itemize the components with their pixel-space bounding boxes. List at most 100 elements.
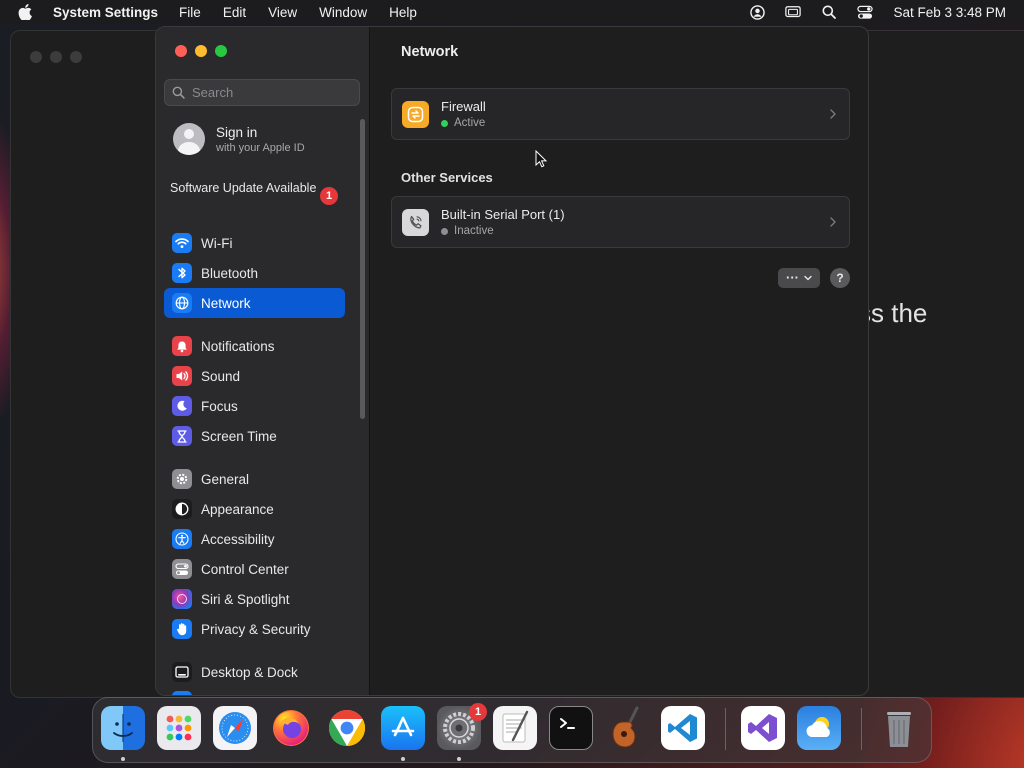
sidebar-item-label: Network bbox=[201, 295, 251, 311]
sidebar-item-label: Control Center bbox=[201, 561, 289, 577]
dock: 1 bbox=[92, 697, 932, 763]
running-indicator bbox=[457, 757, 461, 761]
sidebar-item-appearance[interactable]: Appearance bbox=[164, 494, 345, 524]
accessibility-icon bbox=[172, 529, 192, 549]
firewall-row[interactable]: Firewall Active bbox=[391, 88, 850, 140]
dock-firefox-icon[interactable] bbox=[269, 706, 313, 750]
dock-app-store-icon[interactable] bbox=[381, 706, 425, 750]
dock-notification-badge: 1 bbox=[469, 703, 487, 721]
dock-chrome-icon[interactable] bbox=[325, 706, 369, 750]
search-icon bbox=[172, 86, 186, 100]
sidebar-item-notifications[interactable]: Notifications bbox=[164, 331, 345, 361]
dock-terminal-icon[interactable] bbox=[549, 706, 593, 750]
help-button[interactable]: ? bbox=[830, 268, 850, 288]
menu-help[interactable]: Help bbox=[389, 5, 417, 20]
dock-visual-studio-icon[interactable] bbox=[741, 706, 785, 750]
spotlight-search-icon[interactable] bbox=[821, 4, 837, 20]
dock-vscode-icon[interactable] bbox=[661, 706, 705, 750]
other-services-heading: Other Services bbox=[401, 170, 493, 185]
chevron-right-icon bbox=[830, 109, 836, 119]
sidebar-item-label: Sound bbox=[201, 368, 241, 384]
user-account-icon[interactable] bbox=[749, 4, 765, 20]
siri-icon bbox=[172, 589, 192, 609]
page-title: Network bbox=[401, 44, 459, 60]
window-zoom-button[interactable] bbox=[215, 45, 227, 57]
menu-bar: System Settings File Edit View Window He… bbox=[0, 0, 1024, 24]
sidebar-item-sound[interactable]: Sound bbox=[164, 361, 345, 391]
sidebar-item-label: Bluetooth bbox=[201, 265, 259, 281]
dock-garageband-icon[interactable] bbox=[605, 706, 649, 750]
control-center-icon[interactable] bbox=[857, 4, 874, 20]
globe-icon bbox=[172, 293, 192, 313]
bg-window-minimize-button[interactable] bbox=[50, 51, 62, 63]
apple-id-sign-in[interactable]: Sign in with your Apple ID bbox=[173, 123, 305, 155]
appearance-icon bbox=[172, 499, 192, 519]
chevron-right-icon bbox=[830, 217, 836, 227]
desktop-icon bbox=[172, 662, 192, 682]
status-active-dot bbox=[441, 119, 448, 127]
moon-icon bbox=[172, 396, 192, 416]
sidebar-item-wifi[interactable]: Wi-Fi bbox=[164, 228, 345, 258]
bell-icon bbox=[172, 336, 192, 356]
bg-window-close-button[interactable] bbox=[30, 51, 42, 63]
hourglass-icon bbox=[172, 426, 192, 446]
sidebar-item-label: Focus bbox=[201, 398, 238, 414]
dock-finder-icon[interactable] bbox=[101, 706, 145, 750]
dock-trash-icon[interactable] bbox=[877, 706, 921, 750]
screen-mirroring-icon[interactable] bbox=[785, 4, 802, 20]
sidebar-item-label: Accessibility bbox=[201, 531, 275, 547]
phone-icon bbox=[402, 209, 429, 236]
software-update-available[interactable]: Software Update Available bbox=[170, 180, 340, 196]
sidebar-item-siri-spotlight[interactable]: Siri & Spotlight bbox=[164, 584, 345, 614]
update-badge: 1 bbox=[320, 187, 338, 205]
window-close-button[interactable] bbox=[175, 45, 187, 57]
more-actions-button[interactable]: ··· bbox=[778, 268, 820, 288]
window-minimize-button[interactable] bbox=[195, 45, 207, 57]
dock-textedit-icon[interactable] bbox=[493, 706, 537, 750]
apple-menu-icon[interactable] bbox=[18, 4, 34, 20]
sidebar-item-label: Siri & Spotlight bbox=[201, 591, 290, 607]
dock-launchpad-icon[interactable] bbox=[157, 706, 201, 750]
sidebar-item-network[interactable]: Network bbox=[164, 288, 345, 318]
control-center-icon bbox=[172, 559, 192, 579]
sidebar-item-privacy-security[interactable]: Privacy & Security bbox=[164, 614, 345, 644]
dock-weather-icon[interactable] bbox=[797, 706, 841, 750]
dock-safari-icon[interactable] bbox=[213, 706, 257, 750]
sidebar-item-label: Desktop & Dock bbox=[201, 664, 298, 680]
sidebar: Sign in with your Apple ID Software Upda… bbox=[156, 27, 370, 695]
sidebar-item-desktop-dock[interactable]: Desktop & Dock bbox=[164, 657, 345, 687]
menu-file[interactable]: File bbox=[179, 5, 201, 20]
gear-icon bbox=[172, 469, 192, 489]
system-settings-window: Sign in with your Apple ID Software Upda… bbox=[155, 26, 869, 696]
firewall-title: Firewall bbox=[441, 99, 486, 114]
sidebar-item-label: Privacy & Security bbox=[201, 621, 311, 637]
chevron-down-icon bbox=[804, 275, 812, 281]
bg-window-zoom-button[interactable] bbox=[70, 51, 82, 63]
sidebar-item-accessibility[interactable]: Accessibility bbox=[164, 524, 345, 554]
dock-separator bbox=[861, 708, 862, 750]
sidebar-item-focus[interactable]: Focus bbox=[164, 391, 345, 421]
sidebar-item-bluetooth[interactable]: Bluetooth bbox=[164, 258, 345, 288]
sidebar-item-screen-time[interactable]: Screen Time bbox=[164, 421, 345, 451]
menu-window[interactable]: Window bbox=[319, 5, 367, 20]
serial-port-row[interactable]: Built-in Serial Port (1) Inactive bbox=[391, 196, 850, 248]
dock-separator bbox=[725, 708, 726, 750]
running-indicator bbox=[401, 757, 405, 761]
search-field[interactable] bbox=[164, 79, 360, 106]
menu-app-name[interactable]: System Settings bbox=[53, 5, 158, 20]
ellipsis-icon: ··· bbox=[786, 270, 799, 285]
sidebar-scrollbar[interactable] bbox=[360, 119, 365, 419]
sidebar-item-general[interactable]: General bbox=[164, 464, 345, 494]
serial-port-title: Built-in Serial Port (1) bbox=[441, 207, 565, 222]
avatar bbox=[173, 123, 205, 155]
firewall-status: Active bbox=[441, 117, 485, 129]
running-indicator bbox=[121, 757, 125, 761]
sidebar-item-label: Notifications bbox=[201, 338, 275, 354]
menu-bar-clock[interactable]: Sat Feb 3 3:48 PM bbox=[893, 5, 1006, 20]
sidebar-item-control-center[interactable]: Control Center bbox=[164, 554, 345, 584]
search-input[interactable] bbox=[192, 85, 352, 100]
wifi-icon bbox=[172, 233, 192, 253]
menu-edit[interactable]: Edit bbox=[223, 5, 246, 20]
menu-view[interactable]: View bbox=[268, 5, 297, 20]
sidebar-item-label: Wi-Fi bbox=[201, 235, 233, 251]
